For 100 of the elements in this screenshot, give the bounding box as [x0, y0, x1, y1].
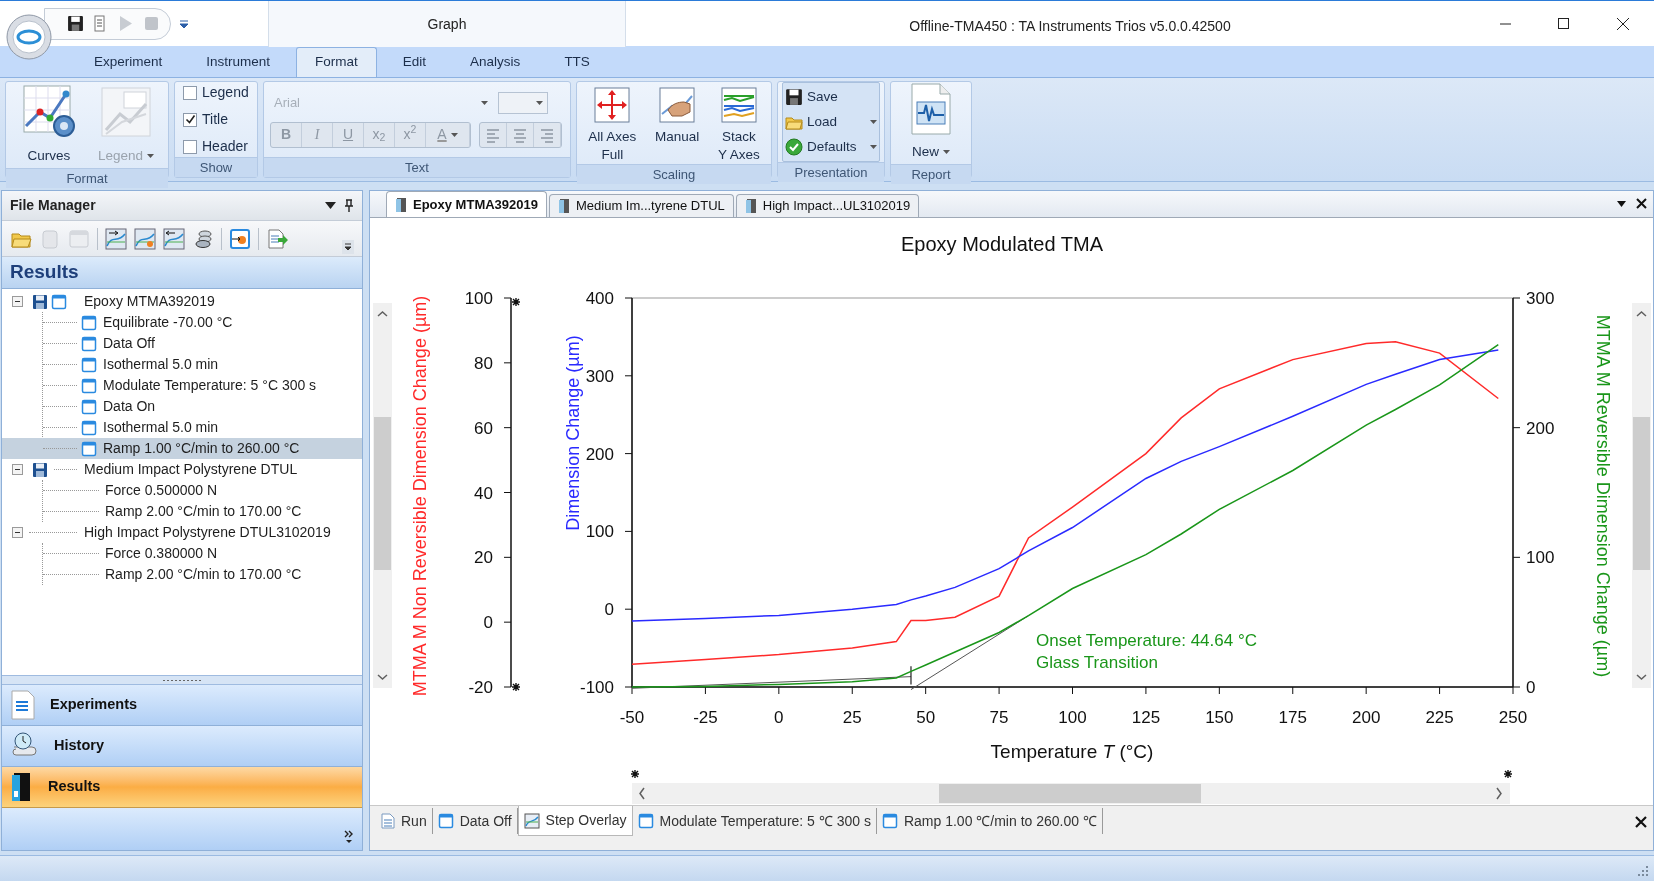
horizontal-scrollbar[interactable] [632, 783, 1510, 804]
tree-item[interactable]: Isothermal 5.0 min [2, 354, 362, 375]
axis-tick-label: 300 [585, 366, 614, 386]
close-icon[interactable] [1635, 816, 1647, 828]
ribbon-group-label: Report [891, 164, 971, 185]
axis-tick-label: -20 [468, 678, 493, 697]
ribbon-button[interactable]: Manual [651, 86, 703, 146]
asterisk-icon[interactable] [1503, 769, 1513, 779]
document-icon[interactable] [93, 15, 108, 32]
page-icon [81, 419, 97, 436]
axis-tick-label: 200 [1352, 708, 1381, 727]
checkbox[interactable]: Title [183, 109, 249, 130]
ribbon-tab[interactable]: Analysis [452, 47, 539, 77]
axis-tick-label: 25 [842, 708, 862, 727]
tree-item[interactable]: Modulate Temperature: 5 °C 300 s [2, 375, 362, 396]
splitter-grip-icon[interactable] [162, 678, 202, 682]
ribbon-group-label: Presentation [778, 162, 884, 182]
resize-grip-icon[interactable] [1636, 864, 1650, 878]
binder-icon [395, 196, 407, 213]
axis-tick-label: 20 [474, 548, 493, 568]
axis-tick-label: 300 [1526, 289, 1555, 308]
axis-tick-label: 100 [585, 522, 614, 542]
ribbon-tab[interactable]: Edit [384, 47, 445, 77]
tree-item[interactable]: Equilibrate -70.00 °C [2, 312, 362, 333]
tree-item[interactable]: Medium Impact Polystyrene DTUL [2, 459, 362, 480]
dropdown-caret-icon [147, 154, 154, 159]
tree-item[interactable]: Ramp 2.00 °C/min to 170.00 °C [2, 501, 362, 522]
step-tab[interactable]: Modulate Temperature: 5 ℃ 300 s [632, 808, 877, 834]
document-tab[interactable]: High Impact...UL3102019 [735, 194, 920, 217]
collapse-icon[interactable] [12, 527, 23, 538]
document-tab[interactable]: Epoxy MTMA392019 [386, 191, 547, 217]
collapse-icon[interactable] [12, 296, 23, 307]
nav-button[interactable]: Experiments [2, 685, 362, 726]
ribbon-button[interactable]: Save [785, 86, 877, 108]
step-tab[interactable]: Ramp 1.00 ℃/min to 260.00 ℃ [876, 808, 1103, 834]
checkbox[interactable]: Legend [183, 82, 249, 103]
page-icon [51, 293, 67, 310]
import-icon[interactable] [229, 227, 251, 250]
tree-item[interactable]: Data Off [2, 333, 362, 354]
ribbon-tab[interactable]: Experiment [76, 47, 181, 77]
tree-item[interactable]: Epoxy MTMA392019 [2, 291, 362, 312]
axis-tick-label: 175 [1278, 708, 1307, 727]
axis-tick-label: 225 [1425, 708, 1454, 727]
ribbon-button[interactable]: All Axes Full [585, 86, 640, 164]
nav-button[interactable]: Results [2, 767, 362, 808]
binder-icon [558, 198, 570, 214]
dropdown-caret-icon [450, 132, 458, 137]
tree-item[interactable]: Ramp 2.00 °C/min to 170.00 °C [2, 564, 362, 585]
dropdown-caret-icon[interactable] [1617, 200, 1626, 207]
axis-tick-label: 80 [474, 353, 493, 373]
tree-item[interactable]: Isothermal 5.0 min [2, 417, 362, 438]
tree-item[interactable]: Force 0.380000 N [2, 543, 362, 564]
export-icon[interactable] [266, 227, 288, 250]
axis-tick-label: 100 [464, 289, 493, 308]
chart-add-icon[interactable] [134, 227, 156, 250]
dropdown-caret-icon [870, 145, 877, 149]
checkmark-icon [184, 114, 196, 125]
page-icon [81, 356, 97, 373]
save-icon [785, 88, 803, 106]
ribbon-tab[interactable]: TTS [546, 47, 608, 77]
asterisk-icon[interactable] [511, 297, 521, 307]
ribbon-button[interactable]: Defaults [785, 136, 877, 158]
dropdown-caret-icon [536, 100, 543, 105]
ribbon-tab[interactable]: Format [296, 47, 377, 77]
vertical-scrollbar[interactable] [373, 303, 392, 688]
asterisk-icon[interactable] [511, 682, 521, 692]
page-icon [437, 813, 454, 829]
save-icon[interactable] [67, 15, 84, 32]
checkbox[interactable]: Header [183, 136, 249, 157]
ribbon-button[interactable]: Load [785, 111, 877, 133]
overflow-icon[interactable] [342, 240, 354, 254]
document-icon [10, 690, 36, 720]
asterisk-icon[interactable] [630, 769, 640, 779]
page-icon [81, 377, 97, 394]
ribbon-button[interactable]: Stack Y Axes [714, 86, 763, 164]
axis-tick-label: 200 [585, 444, 614, 464]
collapse-icon[interactable] [12, 464, 23, 475]
ribbon-button[interactable]: Curves [16, 82, 82, 167]
axes-expand-icon [593, 86, 632, 124]
close-icon[interactable] [1636, 198, 1647, 209]
step-tab[interactable]: Step Overlay [517, 806, 633, 836]
customize-dropdown-icon[interactable] [179, 18, 189, 29]
tree-item[interactable]: Ramp 1.00 °C/min to 260.00 °C [2, 438, 362, 459]
step-tab[interactable]: Data Off [432, 808, 518, 834]
pin-icon[interactable] [344, 198, 354, 213]
axis-title: Dimension Change (µm) [562, 335, 583, 531]
tree-item[interactable]: Force 0.500000 N [2, 480, 362, 501]
ribbon-button[interactable]: New [908, 82, 954, 163]
tree-item[interactable]: Data On [2, 396, 362, 417]
overflow-chevron-icon[interactable] [344, 830, 354, 844]
page-icon [637, 813, 654, 829]
page-icon [81, 440, 97, 457]
ribbon-tab[interactable]: Instrument [188, 47, 289, 77]
dropdown-caret-icon[interactable] [325, 202, 336, 209]
document-tab[interactable]: Medium Im...tyrene DTUL [549, 194, 734, 217]
binder-icon [744, 198, 757, 214]
vertical-scrollbar[interactable] [1632, 303, 1651, 688]
step-tab[interactable]: Run [376, 808, 433, 834]
nav-button[interactable]: History [2, 726, 362, 767]
tree-item[interactable]: High Impact Polystyrene DTUL3102019 [2, 522, 362, 543]
